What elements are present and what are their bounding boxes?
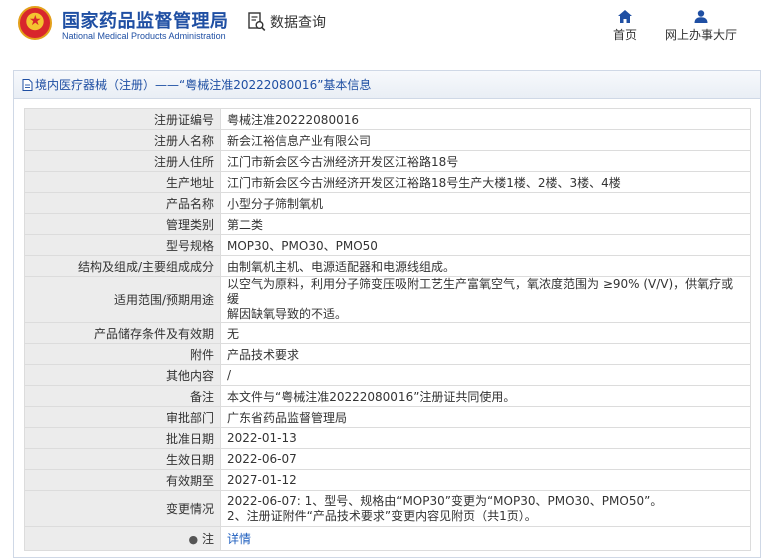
table-row: 附件 产品技术要求 [24,343,751,365]
row-value: 无 [220,322,751,344]
user-icon [694,10,708,23]
panel-title: 境内医疗器械（注册）——“粤械注准20222080016”基本信息 [35,77,372,92]
row-label: 批准日期 [24,427,221,449]
row-label: 变更情况 [24,490,221,527]
row-value: 江门市新会区今古洲经济开发区江裕路18号 [220,150,751,172]
home-icon [618,10,632,23]
row-value-line: 以空气为原料，利用分子筛变压吸附工艺生产富氧空气，氧浓度范围为 ≥90% (V/… [227,277,734,306]
row-label: 结构及组成/主要组成成分 [24,255,221,277]
row-value-line: 2、注册证附件“产品技术要求”变更内容见附页（共1页）。 [227,508,537,523]
device-info-table: 注册证编号 粤械注准20222080016 注册人名称 新会江裕信息产业有限公司… [24,108,751,551]
table-row: 其他内容 / [24,364,751,386]
row-label: 适用范围/预期用途 [24,276,221,323]
row-label: 其他内容 [24,364,221,386]
table-row: 注册人名称 新会江裕信息产业有限公司 [24,129,751,151]
table-row: 变更情况 2022-06-07: 1、型号、规格由“MOP30”变更为“MOP3… [24,490,751,527]
row-label: 注 [201,532,214,546]
row-value: 2022-01-13 [220,427,751,449]
row-value: MOP30、PMO30、PMO50 [220,234,751,256]
row-label: 注册证编号 [24,108,221,130]
row-value-line: 解因缺氧导致的不适。 [227,307,348,321]
row-value: 第二类 [220,213,751,235]
table-row: 产品名称 小型分子筛制氧机 [24,192,751,214]
row-label: 产品名称 [24,192,221,214]
nav-online-service-hall-label: 网上办事大厅 [664,28,737,42]
row-label: 注册人名称 [24,129,221,151]
row-label: 审批部门 [24,406,221,428]
row-label: 型号规格 [24,234,221,256]
data-query-label: 数据查询 [270,15,326,31]
row-value: 由制氧机主机、电源适配器和电源线组成。 [220,255,751,277]
panel-title-bar: 境内医疗器械（注册）——“粤械注准20222080016”基本信息 [14,71,760,99]
pin-icon: ● [188,533,199,546]
row-value: 广东省药品监督管理局 [220,406,751,428]
data-query-link[interactable]: 数据查询 [248,12,326,32]
row-value: 2022-06-07 [220,448,751,470]
table-row: 有效期至 2027-01-12 [24,469,751,491]
table-row: 生效日期 2022-06-07 [24,448,751,470]
table-row: 生产地址 江门市新会区今古洲经济开发区江裕路18号生产大楼1楼、2楼、3楼、4楼 [24,171,751,193]
row-label: 产品储存条件及有效期 [24,322,221,344]
table-row: 批准日期 2022-01-13 [24,427,751,449]
row-value: 产品技术要求 [220,343,751,365]
table-row: 注册证编号 粤械注准20222080016 [24,108,751,130]
table-row: 型号规格 MOP30、PMO30、PMO50 [24,234,751,256]
data-query-icon [248,12,266,31]
basic-info-panel: 境内医疗器械（注册）——“粤械注准20222080016”基本信息 注册证编号 … [13,70,761,558]
row-value: 本文件与“粤械注准20222080016”注册证共同使用。 [220,385,751,407]
document-icon [22,78,33,91]
row-label: 生产地址 [24,171,221,193]
row-label-note: ● 注 [24,526,221,551]
table-row: 注册人住所 江门市新会区今古洲经济开发区江裕路18号 [24,150,751,172]
row-label: 注册人住所 [24,150,221,172]
details-link[interactable]: 详情 [227,532,251,546]
nav-home[interactable]: 首页 [606,10,644,43]
row-label: 附件 [24,343,221,365]
row-value: 江门市新会区今古洲经济开发区江裕路18号生产大楼1楼、2楼、3楼、4楼 [220,171,751,193]
row-label: 生效日期 [24,448,221,470]
nav-home-label: 首页 [612,28,637,42]
nav-online-service-hall[interactable]: 网上办事大厅 [660,10,742,43]
national-emblem-icon: ★ [18,6,52,40]
table-row: 备注 本文件与“粤械注准20222080016”注册证共同使用。 [24,385,751,407]
brand-title[interactable]: 国家药品监督管理局 [62,7,229,33]
row-label: 管理类别 [24,213,221,235]
row-value-line: 2022-06-07: 1、型号、规格由“MOP30”变更为“MOP30、PMO… [227,493,663,508]
brand-subtitle: National Medical Products Administration [62,31,226,41]
row-value: 粤械注准20222080016 [220,108,751,130]
row-value: 详情 [220,526,751,551]
row-value: 以空气为原料，利用分子筛变压吸附工艺生产富氧空气，氧浓度范围为 ≥90% (V/… [220,276,751,323]
table-row: 管理类别 第二类 [24,213,751,235]
row-value: 2027-01-12 [220,469,751,491]
row-value: 2022-06-07: 1、型号、规格由“MOP30”变更为“MOP30、PMO… [220,490,751,527]
site-header: ★ 国家药品监督管理局 National Medical Products Ad… [0,0,762,64]
row-label: 备注 [24,385,221,407]
row-value: 小型分子筛制氧机 [220,192,751,214]
table-row: 审批部门 广东省药品监督管理局 [24,406,751,428]
row-value: / [220,364,751,386]
table-row: 结构及组成/主要组成成分 由制氧机主机、电源适配器和电源线组成。 [24,255,751,277]
table-row: 适用范围/预期用途 以空气为原料，利用分子筛变压吸附工艺生产富氧空气，氧浓度范围… [24,276,751,323]
row-value: 新会江裕信息产业有限公司 [220,129,751,151]
table-row: 产品储存条件及有效期 无 [24,322,751,344]
table-row: ● 注 详情 [24,526,751,551]
row-label: 有效期至 [24,469,221,491]
